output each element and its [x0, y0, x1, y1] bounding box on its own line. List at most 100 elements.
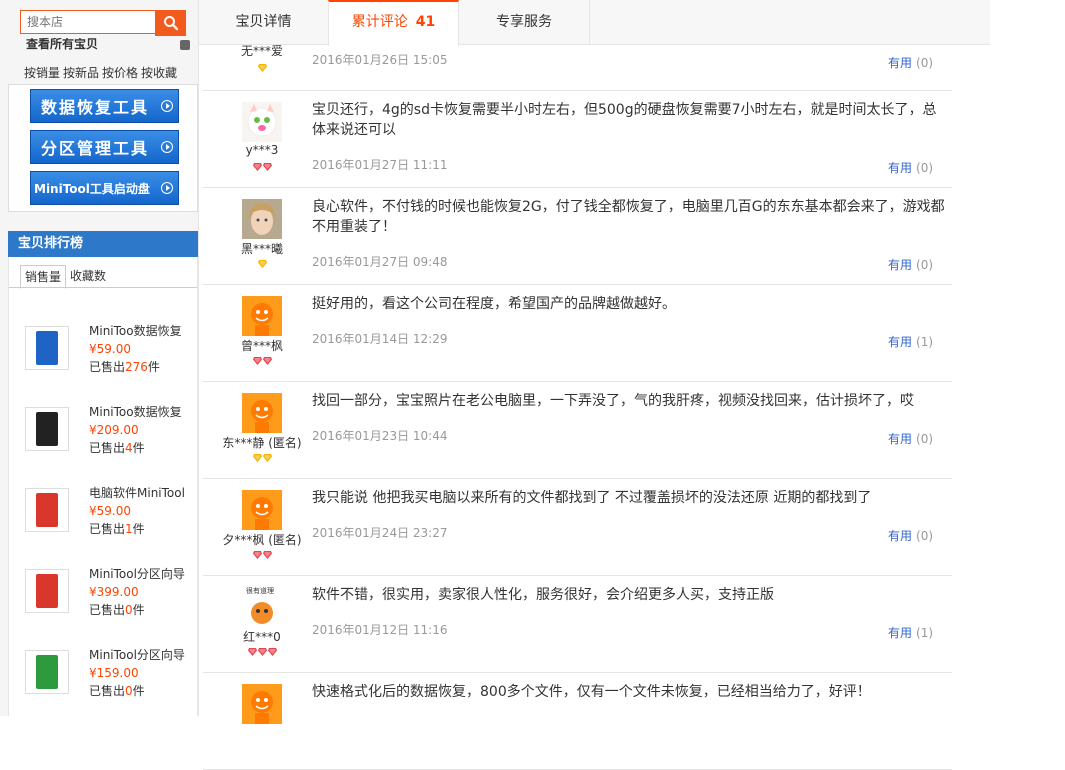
review-text: 找回一部分，宝宝照片在老公电脑里，一下弄没了，气的我肝疼，视频没找回来，估计损坏…	[312, 393, 914, 409]
review-text: 挺好用的，看这个公司在程度，希望国产的品牌越做越好。	[312, 296, 676, 312]
arrow-right-icon	[161, 141, 173, 153]
sort-by-price-link[interactable]: 按价格	[102, 66, 138, 80]
review-date: 2016年01月26日 15:05	[312, 53, 448, 67]
ranking-panel: 销售量 收藏数 MiniToo数据恢复 ¥59.00 已售出276件 MiniToo数…	[8, 257, 198, 716]
product-name[interactable]: MiniToo数据恢复	[89, 323, 197, 339]
product-price: ¥209.00	[89, 423, 139, 437]
product-name[interactable]: MiniToo数据恢复	[89, 404, 197, 420]
review-date: 2016年01月27日 09:48	[312, 255, 448, 269]
useful-vote-button[interactable]: 有用 (1)	[888, 624, 933, 641]
review-date: 2016年01月23日 10:44	[312, 429, 448, 443]
buyer-level-gem-icon	[252, 163, 262, 171]
shop-search	[20, 10, 186, 36]
sort-by-favorites-link[interactable]: 按收藏	[141, 66, 177, 80]
product-price: ¥399.00	[89, 585, 139, 599]
product-name[interactable]: 电脑软件MiniTool	[89, 485, 197, 501]
reviewer-nickname: 曾***枫	[240, 339, 283, 353]
buyer-level	[203, 745, 321, 755]
ranking-item[interactable]: MiniTool分区向导 ¥399.00 已售出0件	[25, 566, 195, 626]
tab-favorites[interactable]: 收藏数	[66, 265, 110, 287]
product-thumbnail[interactable]	[25, 407, 69, 451]
buyer-level	[203, 64, 321, 74]
product-sold-count: 已售出276件	[89, 360, 160, 374]
useful-vote-button[interactable]: 有用 (0)	[888, 256, 933, 273]
buyer-level	[203, 454, 321, 464]
review-text: 软件不错，很实用，卖家很人性化，服务很好，会介绍更多人买，支持正版	[312, 587, 774, 603]
product-price: ¥59.00	[89, 504, 131, 518]
buyer-level-gem-icon	[262, 454, 272, 462]
useful-vote-button[interactable]: 有用 (0)	[888, 54, 933, 71]
useful-vote-button[interactable]: 有用 (1)	[888, 333, 933, 350]
banner-label: MiniTool工具启动盘	[34, 181, 150, 196]
useful-vote-button[interactable]: 有用 (0)	[888, 159, 933, 176]
buyer-level	[203, 357, 321, 367]
buyer-level	[203, 260, 321, 270]
arrow-right-icon	[161, 100, 173, 112]
avatar[interactable]	[242, 393, 282, 433]
buyer-level-gem-icon	[257, 64, 267, 72]
shop-search-input[interactable]	[20, 10, 155, 34]
product-sold-count: 已售出4件	[89, 441, 145, 455]
product-thumbnail[interactable]	[25, 488, 69, 532]
reviewer-nickname: 黑***曦	[240, 242, 283, 256]
banner-label: 分区管理工具	[41, 139, 150, 158]
ranking-tabs: 销售量 收藏数	[20, 265, 110, 289]
buyer-level-gem-icon	[257, 260, 267, 268]
buyer-level-gem-icon	[252, 357, 262, 365]
buyer-level-gem-icon	[252, 551, 262, 559]
product-price: ¥159.00	[89, 666, 139, 680]
review-date: 2016年01月12日 11:16	[312, 623, 448, 637]
collapse-icon[interactable]	[180, 40, 190, 50]
product-name[interactable]: MiniTool分区向导	[89, 566, 197, 582]
buyer-level-gem-icon	[257, 648, 267, 656]
review-text: 良心软件，不付钱的时候也能恢复2G，付了钱全都恢复了，电脑里几百G的东东基本都会…	[312, 199, 945, 235]
boot-disk-banner[interactable]: MiniTool工具启动盘	[30, 171, 179, 205]
product-sold-count: 已售出0件	[89, 603, 145, 617]
partition-tool-banner[interactable]: 分区管理工具	[30, 130, 179, 164]
all-items-title[interactable]: 查看所有宝贝	[26, 38, 98, 50]
shop-sidebar: 查看所有宝贝 按销量按新品按价格按收藏 数据恢复工具 分区管理工具 MiniTo…	[0, 0, 199, 716]
sort-by-sales-link[interactable]: 按销量	[24, 66, 60, 80]
review-item: 黑***曦 良心软件，不付钱的时候也能恢复2G，付了钱全都恢复了，电脑里几百G的东…	[203, 188, 952, 285]
avatar[interactable]: 很有道理	[242, 587, 282, 627]
avatar[interactable]	[242, 296, 282, 336]
useful-vote-button[interactable]: 有用 (0)	[888, 527, 933, 544]
ranking-title: 宝贝排行榜	[8, 231, 198, 257]
sort-by-new-link[interactable]: 按新品	[63, 66, 99, 80]
review-text: 我只能说 他把我买电脑以来所有的文件都找到了 不过覆盖损坏的没法还原 近期的都找…	[312, 490, 872, 506]
buyer-level-gem-icon	[247, 648, 257, 656]
review-text: 宝贝还行，4g的sd卡恢复需要半小时左右，但500g的硬盘恢复需要7小时左右，就…	[312, 102, 937, 138]
product-thumbnail[interactable]	[25, 650, 69, 694]
buyer-level-gem-icon	[267, 648, 277, 656]
ranking-item[interactable]: MiniToo数据恢复 ¥209.00 已售出4件	[25, 404, 195, 464]
review-date: 2016年01月27日 11:11	[312, 158, 448, 172]
ranking-item[interactable]: MiniTool分区向导 ¥159.00 已售出0件	[25, 647, 195, 707]
reviewer-nickname: y***3	[245, 143, 279, 157]
avatar[interactable]	[242, 684, 282, 724]
search-button[interactable]	[155, 10, 186, 36]
review-text: 快速格式化后的数据恢复，800多个文件，仅有一个文件未恢复，已经相当给力了，好评…	[312, 684, 871, 700]
ranking-item[interactable]: MiniToo数据恢复 ¥59.00 已售出276件	[25, 323, 195, 383]
scrollbar[interactable]	[1056, 0, 1065, 716]
product-name[interactable]: MiniTool分区向导	[89, 647, 197, 663]
reviewer-nickname: 无***爱	[240, 44, 283, 58]
buyer-level	[203, 163, 321, 173]
buyer-level-gem-icon	[262, 551, 272, 559]
avatar[interactable]	[242, 102, 282, 142]
avatar-badge-text: 很有道理	[246, 587, 274, 595]
avatar[interactable]	[242, 490, 282, 530]
tab-sales[interactable]: 销售量	[20, 265, 67, 289]
useful-vote-button[interactable]: 有用 (0)	[888, 430, 933, 447]
sort-links: 按销量 按新品 按价格 按收藏	[24, 64, 180, 81]
avatar[interactable]	[242, 199, 282, 239]
product-sold-count: 已售出1件	[89, 522, 145, 536]
arrow-right-icon	[161, 182, 173, 194]
product-thumbnail[interactable]	[25, 326, 69, 370]
reviewer-nickname: 夕***枫 (匿名)	[222, 533, 302, 547]
ranking-item[interactable]: 电脑软件MiniTool ¥59.00 已售出1件	[25, 485, 195, 545]
product-thumbnail[interactable]	[25, 569, 69, 613]
review-item: 夕***枫 (匿名) 我只能说 他把我买电脑以来所有的文件都找到了 不过覆盖损坏的…	[203, 479, 952, 576]
buyer-level	[203, 551, 321, 561]
product-price: ¥59.00	[89, 342, 131, 356]
data-recovery-banner[interactable]: 数据恢复工具	[30, 89, 179, 123]
